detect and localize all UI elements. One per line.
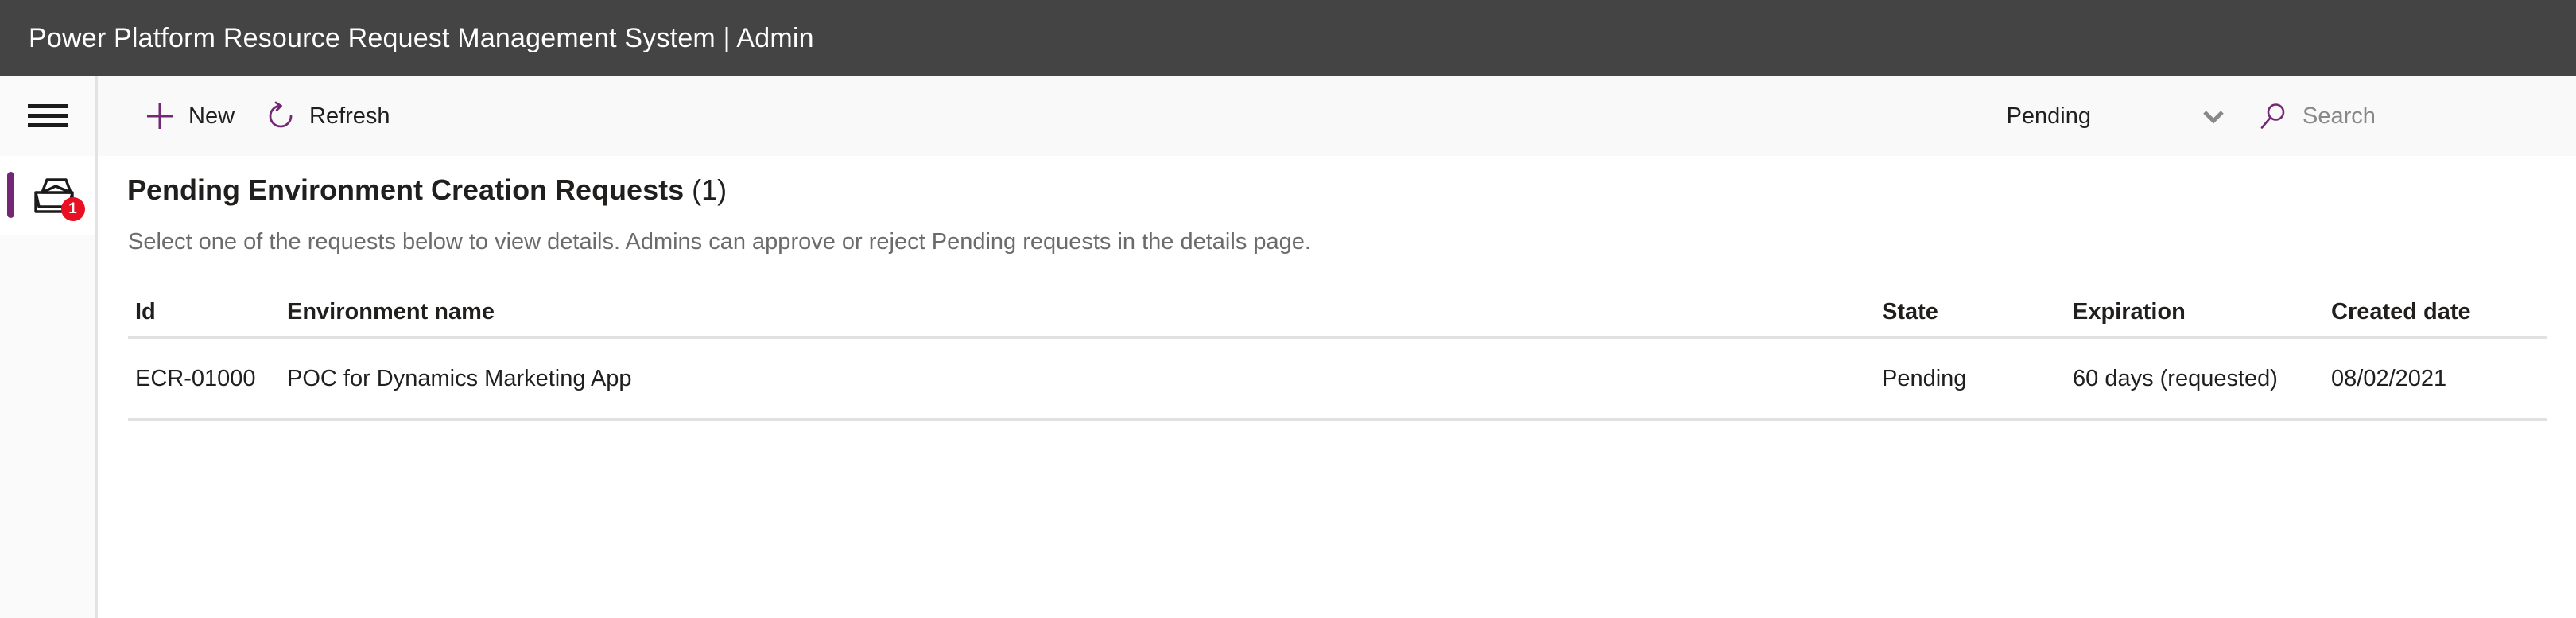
requests-table: Id Environment name State Expiration Cre… xyxy=(128,287,2547,421)
plus-icon xyxy=(142,99,177,134)
state-filter-dropdown[interactable]: Pending xyxy=(2007,92,2231,140)
command-bar-right-group: Pending xyxy=(2007,92,2576,140)
page-title-text: Pending Environment Creation Requests xyxy=(127,173,685,206)
page-subtitle: Select one of the requests below to view… xyxy=(128,229,1311,255)
refresh-icon xyxy=(263,99,298,134)
page-title: Pending Environment Creation Requests (1… xyxy=(127,173,727,207)
page-title-count: (1) xyxy=(692,173,727,206)
main-content: Pending Environment Creation Requests (1… xyxy=(98,156,2576,618)
inbox-tray-icon: 1 xyxy=(31,175,85,221)
cell-id: ECR-01000 xyxy=(135,365,256,391)
refresh-button-label: Refresh xyxy=(309,103,390,129)
app-header: Power Platform Resource Request Manageme… xyxy=(0,0,2576,76)
command-bar-left-group: New Refresh xyxy=(98,91,405,142)
cell-expiration: 60 days (requested) xyxy=(2073,365,2278,391)
column-header-id[interactable]: Id xyxy=(128,299,287,325)
cell-state: Pending xyxy=(1882,365,1967,391)
table-row[interactable]: ECR-01000 POC for Dynamics Marketing App… xyxy=(128,339,2547,421)
new-button[interactable]: New xyxy=(128,91,249,142)
selected-indicator xyxy=(7,172,14,218)
new-button-label: New xyxy=(188,103,235,129)
table-header-row: Id Environment name State Expiration Cre… xyxy=(128,287,2547,339)
chevron-down-icon xyxy=(2196,99,2231,134)
hamburger-menu-button[interactable] xyxy=(0,76,95,156)
search-box[interactable] xyxy=(2256,99,2541,133)
column-header-state[interactable]: State xyxy=(1882,299,2073,325)
cell-created: 08/02/2021 xyxy=(2331,365,2447,391)
cell-name: POC for Dynamics Marketing App xyxy=(287,365,632,391)
sidebar-item-requests[interactable]: 1 xyxy=(0,156,95,235)
hamburger-menu-icon xyxy=(27,104,68,128)
left-nav-rail: 1 xyxy=(0,76,95,618)
search-icon xyxy=(2256,99,2290,133)
notification-badge: 1 xyxy=(60,197,85,221)
column-header-created[interactable]: Created date xyxy=(2331,299,2539,325)
refresh-button[interactable]: Refresh xyxy=(249,91,405,142)
app-root: Power Platform Resource Request Manageme… xyxy=(0,0,2576,618)
search-input[interactable] xyxy=(2302,103,2541,130)
state-filter-value: Pending xyxy=(2006,103,2091,129)
column-header-expiration[interactable]: Expiration xyxy=(2073,299,2331,325)
column-header-name[interactable]: Environment name xyxy=(287,299,1882,325)
command-bar: New Refresh Pending xyxy=(98,76,2576,156)
app-title: Power Platform Resource Request Manageme… xyxy=(29,22,814,53)
